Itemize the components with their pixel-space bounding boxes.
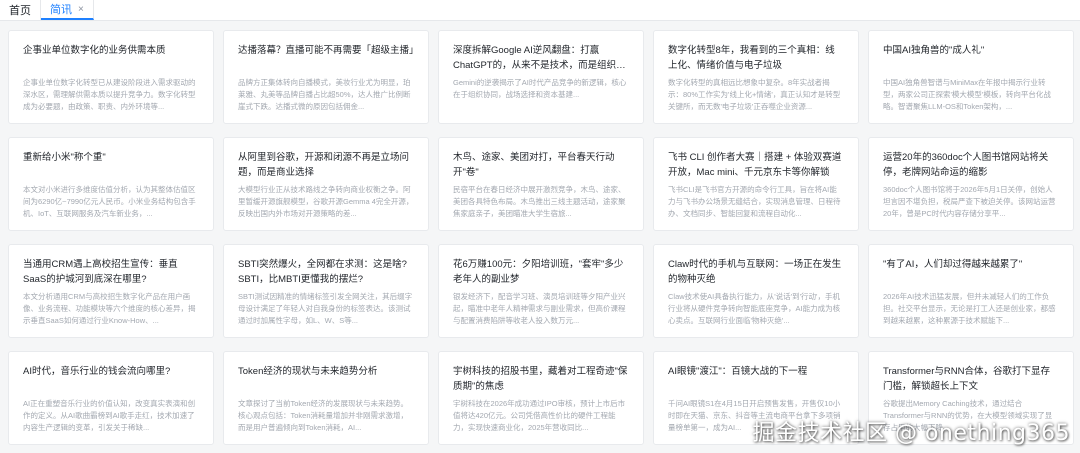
article-card-summary: 大模型行业正从技术路线之争转向商业权衡之争。阿里暂缓开源旗舰模型，谷歌开源Gem… <box>238 185 414 218</box>
article-card[interactable]: 中国AI独角兽的"成人礼" 中国AI独角兽智谱与MiniMax在年报中揭示行业转型… <box>868 30 1074 124</box>
article-card[interactable]: 从阿里到谷歌，开源和闭源不再是立场问题，而是商业选择 大模型行业正从技术路线之争转… <box>223 137 429 231</box>
article-card[interactable]: "有了AI，人们却过得越来越累了" 2026年AI技术迅猛发展，但并未减轻人们的工… <box>868 244 1074 338</box>
article-card-title[interactable]: SBTI突然爆火，全网都在求测：这是啥?SBTI，比MBTI更懂我的摆烂? <box>238 257 414 287</box>
close-icon[interactable]: × <box>78 4 84 15</box>
article-card[interactable]: SBTI突然爆火，全网都在求测：这是啥?SBTI，比MBTI更懂我的摆烂? SBT… <box>223 244 429 338</box>
article-card[interactable]: AI时代，音乐行业的钱会流向哪里? AI正在重塑音乐行业的价值认知，改变真实表演和… <box>8 351 214 445</box>
article-card-summary: 文章探讨了当前Token经济的发展现状与未来趋势。核心观点包括：Token消耗量… <box>238 399 409 432</box>
article-card-summary: SBTI测试因精准的情绪标签引发全网关注，其后缀字母设计满足了年轻人对自我身份的… <box>238 292 413 325</box>
article-card[interactable]: 飞书 CLI 创作者大赛｜搭建 + 体验双赛道开放，Mac mini、千元京东卡… <box>653 137 859 231</box>
watermark-text: 掘金技术社区 @ onething365 <box>752 421 1070 446</box>
article-card-summary: 360doc个人图书馆将于2026年5月1日关停，创始人坦言因不堪负担，税局严查… <box>883 185 1056 218</box>
article-card-summary: Gemini的逆袭揭示了AI时代产品竞争的新逻辑，核心在于组织协同，战场选择和资… <box>453 78 627 99</box>
article-card[interactable]: 企事业单位数字化的业务供需本质 企事业单位数字化转型已从建设阶段进入需求驱动的深水… <box>8 30 214 124</box>
article-card-title[interactable]: 数字化转型8年，我看到的三个真相：线上化、情绪价值与电子垃圾 <box>668 43 844 73</box>
article-card-title[interactable]: Token经济的现状与未来趋势分析 <box>238 364 414 394</box>
article-card[interactable]: 木鸟、途家、美团对打，平台春天行动开"卷" 民宿平台在春日经济中展开激烈竞争，木鸟… <box>438 137 644 231</box>
article-card-title[interactable]: 当通用CRM遇上高校招生宣传：垂直SaaS的护城河到底深在哪里? <box>23 257 199 287</box>
article-card-summary: 数字化转型的真相远比想象中复杂。8年实战者揭示：80%工作实为'线上化+情绪'，… <box>668 78 841 111</box>
tab-bar: 首页 简讯 × <box>0 0 1080 21</box>
article-card-title[interactable]: AI眼镜"渡江"：百镜大战的下一程 <box>668 364 844 394</box>
article-card-summary: AI正在重塑音乐行业的价值认知，改变真实表演和创作的定义。从AI歌曲霸榜到AI歌… <box>23 399 196 432</box>
article-card-title[interactable]: Claw时代的手机与互联网：一场正在发生的物种灭绝 <box>668 257 844 287</box>
article-card-summary: Claw技术使AI具备执行能力，从'说话'到'行动'，手机行业将从硬件竞争转向智… <box>668 292 841 325</box>
article-card-grid: 企事业单位数字化的业务供需本质 企事业单位数字化转型已从建设阶段进入需求驱动的深水… <box>8 30 1076 445</box>
article-card-summary: 本文对小米进行多维度估值分析，认为其整体估值区间为6290亿~7990亿元人民币… <box>23 185 196 218</box>
article-card-title[interactable]: 重新给小米"称个重" <box>23 150 199 180</box>
article-card-summary: 银发经济下，配音学习班、演员培训班等夕阳产业兴起，瞄准中老年人精神需求与副业需求… <box>453 292 626 325</box>
tab-news-brief[interactable]: 简讯 × <box>41 0 94 20</box>
article-card-summary: 2026年AI技术迅猛发展，但并未减轻人们的工作负担。社交平台显示，无论是打工人… <box>883 292 1056 325</box>
article-card-summary: 本文分析通用CRM与高校招生数字化产品在用户画像、业务流程、功能模块等六个维度的… <box>23 292 196 325</box>
article-card-title[interactable]: 宇树科技的招股书里，藏着对工程奇迹"保质期"的焦虑 <box>453 364 629 394</box>
article-card-title[interactable]: 从阿里到谷歌，开源和闭源不再是立场问题，而是商业选择 <box>238 150 414 180</box>
article-card[interactable]: 当通用CRM遇上高校招生宣传：垂直SaaS的护城河到底深在哪里? 本文分析通用CR… <box>8 244 214 338</box>
article-card-summary: 中国AI独角兽智谱与MiniMax在年报中揭示行业转型，两家公司正探索'模大模型… <box>883 78 1051 111</box>
tab-home[interactable]: 首页 <box>0 0 41 20</box>
article-card-summary: 民宿平台在春日经济中展开激烈竞争，木鸟、途家、美团各具特色布局。木鸟推出三线主题… <box>453 185 626 218</box>
article-card-title[interactable]: "有了AI，人们却过得越来越累了" <box>883 257 1059 287</box>
tab-news-brief-label: 简讯 <box>50 4 72 16</box>
article-card-title[interactable]: 深度拆解Google AI逆风翻盘：打赢ChatGPT的，从来不是技术，而是组织… <box>453 43 629 73</box>
article-card-title[interactable]: 中国AI独角兽的"成人礼" <box>883 43 1059 73</box>
article-card-summary: 品牌方正集体转向自播模式，美妆行业尤为明显，珀莱雅、丸美等品牌自播占比超50%，… <box>238 78 411 111</box>
article-card[interactable]: 深度拆解Google AI逆风翻盘：打赢ChatGPT的，从来不是技术，而是组织… <box>438 30 644 124</box>
article-card-title[interactable]: AI时代，音乐行业的钱会流向哪里? <box>23 364 199 394</box>
article-card-title[interactable]: 飞书 CLI 创作者大赛｜搭建 + 体验双赛道开放，Mac mini、千元京东卡… <box>668 150 844 180</box>
article-card[interactable]: 花6万赚100元：夕阳培训班，"套牢"多少老年人的副业梦 银发经济下，配音学习班、… <box>438 244 644 338</box>
article-card-title[interactable]: 企事业单位数字化的业务供需本质 <box>23 43 199 73</box>
article-card[interactable]: 数字化转型8年，我看到的三个真相：线上化、情绪价值与电子垃圾 数字化转型的真相远比… <box>653 30 859 124</box>
article-card-title[interactable]: 木鸟、途家、美团对打，平台春天行动开"卷" <box>453 150 629 180</box>
article-card[interactable]: 达播落幕？直播可能不再需要「超级主播」 品牌方正集体转向自播模式，美妆行业尤为明显… <box>223 30 429 124</box>
article-card-title[interactable]: Transformer与RNN合体，谷歌打下显存门槛，解锁超长上下文 <box>883 364 1059 394</box>
article-card-title[interactable]: 花6万赚100元：夕阳培训班，"套牢"多少老年人的副业梦 <box>453 257 629 287</box>
article-card[interactable]: 重新给小米"称个重" 本文对小米进行多维度估值分析，认为其整体估值区间为6290亿… <box>8 137 214 231</box>
article-card[interactable]: 运营20年的360doc个人图书馆网站将关停，老牌网站命运的缩影 360doc个人… <box>868 137 1074 231</box>
article-card[interactable]: Token经济的现状与未来趋势分析 文章探讨了当前Token经济的发展现状与未来趋… <box>223 351 429 445</box>
article-card-summary: 宇树科技在2026年成功通过IPO审核，预计上市后市值将达420亿元。公司凭借高… <box>453 399 626 432</box>
article-card-title[interactable]: 运营20年的360doc个人图书馆网站将关停，老牌网站命运的缩影 <box>883 150 1059 180</box>
article-card-title[interactable]: 达播落幕？直播可能不再需要「超级主播」 <box>238 43 414 73</box>
article-card-summary: 飞书CLI是飞书官方开源的命令行工具，旨在将AI能力与飞书办公场景无缝结合，实现… <box>668 185 841 218</box>
article-card-summary: 企事业单位数字化转型已从建设阶段进入需求驱动的深水区，需理解供需本质以提升竞争力… <box>23 78 196 111</box>
tab-home-label: 首页 <box>9 5 31 17</box>
article-card[interactable]: Claw时代的手机与互联网：一场正在发生的物种灭绝 Claw技术使AI具备执行能力… <box>653 244 859 338</box>
article-card[interactable]: 宇树科技的招股书里，藏着对工程奇迹"保质期"的焦虑 宇树科技在2026年成功通过I… <box>438 351 644 445</box>
